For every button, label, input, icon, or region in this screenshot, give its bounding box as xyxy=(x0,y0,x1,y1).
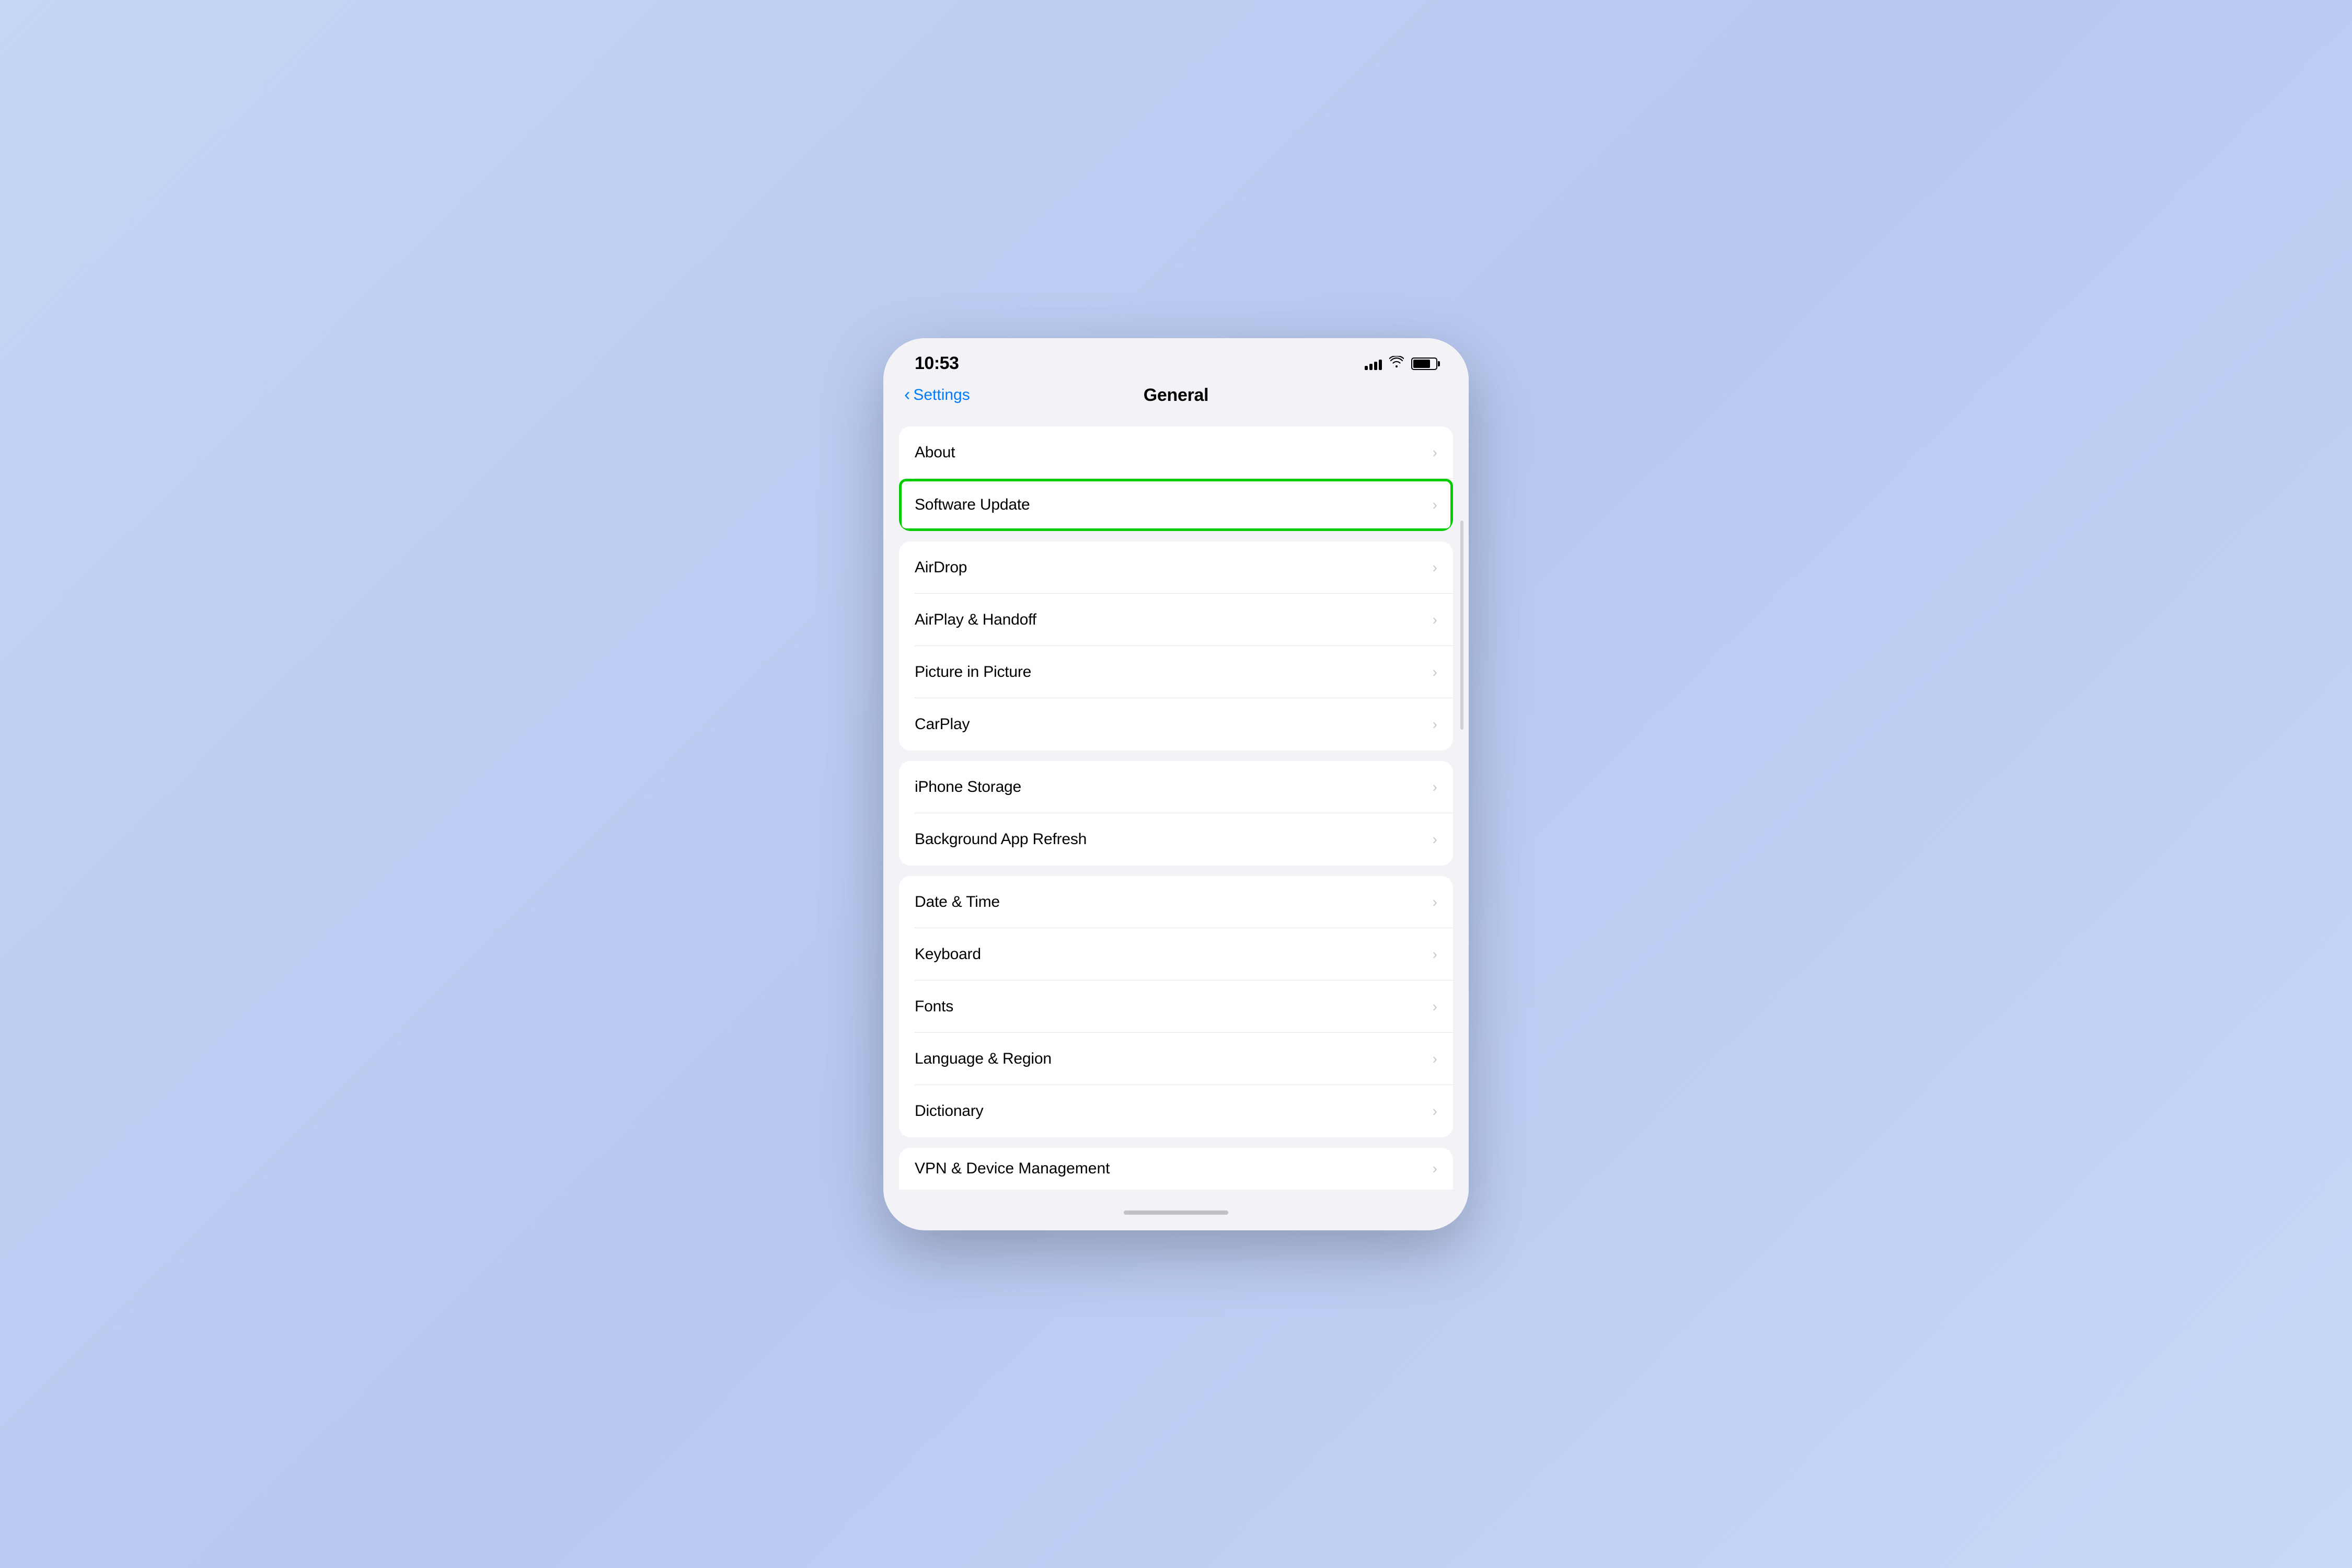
iphone-storage-item[interactable]: iPhone Storage › xyxy=(899,761,1453,813)
software-update-label: Software Update xyxy=(915,496,1030,514)
keyboard-chevron-icon: › xyxy=(1433,946,1437,963)
section-3: iPhone Storage › Background App Refresh … xyxy=(899,761,1453,866)
carplay-label: CarPlay xyxy=(915,716,970,733)
wifi-icon xyxy=(1389,356,1404,371)
airdrop-chevron-icon: › xyxy=(1433,559,1437,576)
software-update-item[interactable]: Software Update › xyxy=(899,479,1453,531)
content-area: About › Software Update › AirDrop › Ai xyxy=(883,416,1469,1200)
dictionary-chevron-icon: › xyxy=(1433,1103,1437,1120)
date-time-label: Date & Time xyxy=(915,893,1000,911)
home-indicator xyxy=(883,1200,1469,1230)
date-time-chevron-icon: › xyxy=(1433,894,1437,910)
section-2: AirDrop › AirPlay & Handoff › Picture in… xyxy=(899,541,1453,751)
status-bar: 10:53 xyxy=(883,338,1469,380)
background-app-refresh-label: Background App Refresh xyxy=(915,831,1087,848)
back-button[interactable]: ‹ Settings xyxy=(904,386,970,404)
section-5-partial: VPN & Device Management › xyxy=(899,1148,1453,1190)
battery-icon xyxy=(1411,358,1437,370)
signal-bars-icon xyxy=(1365,358,1382,370)
about-item[interactable]: About › xyxy=(899,426,1453,479)
airdrop-item[interactable]: AirDrop › xyxy=(899,541,1453,594)
iphone-storage-chevron-icon: › xyxy=(1433,779,1437,795)
settings-list: About › Software Update › AirDrop › Ai xyxy=(883,416,1469,1200)
background-app-refresh-item[interactable]: Background App Refresh › xyxy=(899,813,1453,866)
background-app-refresh-chevron-icon: › xyxy=(1433,831,1437,848)
airplay-handoff-label: AirPlay & Handoff xyxy=(915,611,1036,629)
battery-fill xyxy=(1413,360,1430,368)
language-region-label: Language & Region xyxy=(915,1050,1052,1068)
keyboard-item[interactable]: Keyboard › xyxy=(899,928,1453,981)
vpn-label: VPN & Device Management xyxy=(915,1160,1110,1178)
keyboard-label: Keyboard xyxy=(915,946,981,963)
airplay-handoff-chevron-icon: › xyxy=(1433,612,1437,628)
phone-frame: 10:53 ‹ Settin xyxy=(883,338,1469,1230)
scrollbar[interactable] xyxy=(1460,521,1463,730)
language-region-chevron-icon: › xyxy=(1433,1051,1437,1067)
about-label: About xyxy=(915,444,955,462)
picture-in-picture-item[interactable]: Picture in Picture › xyxy=(899,646,1453,698)
date-time-item[interactable]: Date & Time › xyxy=(899,876,1453,928)
section-1: About › Software Update › xyxy=(899,426,1453,531)
fonts-chevron-icon: › xyxy=(1433,998,1437,1015)
dictionary-item[interactable]: Dictionary › xyxy=(899,1085,1453,1137)
back-label: Settings xyxy=(913,386,970,404)
home-bar xyxy=(1124,1210,1228,1215)
status-icons xyxy=(1365,356,1437,371)
about-chevron-icon: › xyxy=(1433,444,1437,461)
status-time: 10:53 xyxy=(915,353,959,374)
nav-bar: ‹ Settings General xyxy=(883,380,1469,416)
picture-in-picture-label: Picture in Picture xyxy=(915,663,1031,681)
section-4: Date & Time › Keyboard › Fonts › Languag… xyxy=(899,876,1453,1137)
back-chevron-icon: ‹ xyxy=(904,386,910,403)
airdrop-label: AirDrop xyxy=(915,559,967,577)
carplay-chevron-icon: › xyxy=(1433,716,1437,733)
vpn-chevron-icon: › xyxy=(1433,1160,1437,1177)
airplay-handoff-item[interactable]: AirPlay & Handoff › xyxy=(899,594,1453,646)
iphone-storage-label: iPhone Storage xyxy=(915,778,1021,796)
picture-in-picture-chevron-icon: › xyxy=(1433,664,1437,681)
language-region-item[interactable]: Language & Region › xyxy=(899,1033,1453,1085)
page-title: General xyxy=(1144,385,1209,406)
software-update-chevron-icon: › xyxy=(1433,497,1437,513)
fonts-label: Fonts xyxy=(915,998,953,1016)
fonts-item[interactable]: Fonts › xyxy=(899,981,1453,1033)
carplay-item[interactable]: CarPlay › xyxy=(899,698,1453,751)
vpn-device-management-item[interactable]: VPN & Device Management › xyxy=(899,1148,1453,1190)
dictionary-label: Dictionary xyxy=(915,1102,983,1120)
